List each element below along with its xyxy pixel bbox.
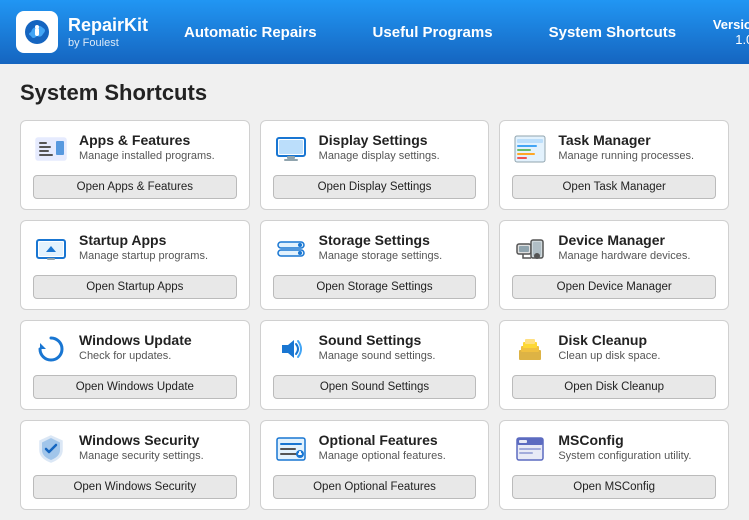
version-number: 1.0.0	[684, 32, 749, 47]
optional-features-icon	[273, 431, 309, 467]
app-name: RepairKit	[68, 15, 148, 37]
storage-settings-icon	[273, 231, 309, 267]
apps-features-icon	[33, 131, 69, 167]
card-disk-cleanup-desc: Clean up disk space.	[558, 349, 660, 363]
task-manager-icon	[512, 131, 548, 167]
card-top: Storage Settings Manage storage settings…	[273, 231, 477, 267]
card-msconfig-title: MSConfig	[558, 431, 691, 449]
card-task-manager-desc: Manage running processes.	[558, 149, 694, 163]
card-display-settings: Display Settings Manage display settings…	[260, 120, 490, 210]
windows-security-icon	[33, 431, 69, 467]
card-windows-update: Windows Update Check for updates. Open W…	[20, 320, 250, 410]
card-top: Windows Update Check for updates.	[33, 331, 237, 367]
card-disk-cleanup-title: Disk Cleanup	[558, 331, 660, 349]
card-windows-security-title: Windows Security	[79, 431, 204, 449]
card-disk-cleanup-btn[interactable]: Open Disk Cleanup	[512, 375, 716, 399]
card-windows-security-btn[interactable]: Open Windows Security	[33, 475, 237, 499]
disk-cleanup-icon	[512, 331, 548, 367]
card-device-manager-title: Device Manager	[558, 231, 690, 249]
card-device-manager: Device Manager Manage hardware devices. …	[499, 220, 729, 310]
card-apps-features: Apps & Features Manage installed program…	[20, 120, 250, 210]
card-top: Windows Security Manage security setting…	[33, 431, 237, 467]
msconfig-icon	[512, 431, 548, 467]
card-storage-settings-desc: Manage storage settings.	[319, 249, 443, 263]
card-startup-apps-desc: Manage startup programs.	[79, 249, 208, 263]
card-device-manager-btn[interactable]: Open Device Manager	[512, 275, 716, 299]
card-msconfig-desc: System configuration utility.	[558, 449, 691, 463]
card-optional-features-desc: Manage optional features.	[319, 449, 446, 463]
card-optional-features-btn[interactable]: Open Optional Features	[273, 475, 477, 499]
card-sound-settings-desc: Manage sound settings.	[319, 349, 436, 363]
card-top: Apps & Features Manage installed program…	[33, 131, 237, 167]
card-top: Device Manager Manage hardware devices.	[512, 231, 716, 267]
startup-apps-icon	[33, 231, 69, 267]
card-task-manager: Task Manager Manage running processes. O…	[499, 120, 729, 210]
card-startup-apps: Startup Apps Manage startup programs. Op…	[20, 220, 250, 310]
app-logo-icon	[16, 11, 58, 53]
header: RepairKit by Foulest Automatic Repairs U…	[0, 0, 749, 64]
card-sound-settings: Sound Settings Manage sound settings. Op…	[260, 320, 490, 410]
card-task-manager-title: Task Manager	[558, 131, 694, 149]
card-windows-update-btn[interactable]: Open Windows Update	[33, 375, 237, 399]
card-top: Display Settings Manage display settings…	[273, 131, 477, 167]
windows-update-icon	[33, 331, 69, 367]
card-startup-apps-title: Startup Apps	[79, 231, 208, 249]
card-msconfig-btn[interactable]: Open MSConfig	[512, 475, 716, 499]
card-optional-features: Optional Features Manage optional featur…	[260, 420, 490, 510]
main-content: System Shortcuts Apps & Features Manage …	[0, 64, 749, 520]
app-sub: by Foulest	[68, 37, 148, 49]
card-optional-features-title: Optional Features	[319, 431, 446, 449]
card-windows-security: Windows Security Manage security setting…	[20, 420, 250, 510]
card-device-manager-desc: Manage hardware devices.	[558, 249, 690, 263]
card-display-settings-desc: Manage display settings.	[319, 149, 440, 163]
card-windows-update-desc: Check for updates.	[79, 349, 192, 363]
card-apps-features-title: Apps & Features	[79, 131, 215, 149]
display-settings-icon	[273, 131, 309, 167]
card-storage-settings: Storage Settings Manage storage settings…	[260, 220, 490, 310]
card-sound-settings-title: Sound Settings	[319, 331, 436, 349]
logo-area: RepairKit by Foulest	[16, 11, 176, 53]
main-nav: Automatic Repairs Useful Programs System…	[176, 20, 684, 45]
card-apps-features-desc: Manage installed programs.	[79, 149, 215, 163]
card-top: Optional Features Manage optional featur…	[273, 431, 477, 467]
nav-useful-programs[interactable]: Useful Programs	[365, 20, 501, 45]
card-top: MSConfig System configuration utility.	[512, 431, 716, 467]
card-top: Task Manager Manage running processes.	[512, 131, 716, 167]
card-apps-features-btn[interactable]: Open Apps & Features	[33, 175, 237, 199]
card-task-manager-btn[interactable]: Open Task Manager	[512, 175, 716, 199]
sound-settings-icon	[273, 331, 309, 367]
card-top: Sound Settings Manage sound settings.	[273, 331, 477, 367]
card-display-settings-title: Display Settings	[319, 131, 440, 149]
nav-system-shortcuts[interactable]: System Shortcuts	[541, 20, 685, 45]
logo-text: RepairKit by Foulest	[68, 15, 148, 49]
nav-automatic-repairs[interactable]: Automatic Repairs	[176, 20, 325, 45]
card-top: Startup Apps Manage startup programs.	[33, 231, 237, 267]
device-manager-icon	[512, 231, 548, 267]
card-storage-settings-btn[interactable]: Open Storage Settings	[273, 275, 477, 299]
card-windows-update-title: Windows Update	[79, 331, 192, 349]
card-top: Disk Cleanup Clean up disk space.	[512, 331, 716, 367]
card-disk-cleanup: Disk Cleanup Clean up disk space. Open D…	[499, 320, 729, 410]
page-title: System Shortcuts	[20, 80, 729, 106]
card-storage-settings-title: Storage Settings	[319, 231, 443, 249]
shortcuts-grid: Apps & Features Manage installed program…	[20, 120, 729, 510]
version-label: Version:	[684, 17, 749, 32]
version-area: Version: 1.0.0	[684, 17, 749, 47]
card-display-settings-btn[interactable]: Open Display Settings	[273, 175, 477, 199]
card-msconfig: MSConfig System configuration utility. O…	[499, 420, 729, 510]
card-startup-apps-btn[interactable]: Open Startup Apps	[33, 275, 237, 299]
card-sound-settings-btn[interactable]: Open Sound Settings	[273, 375, 477, 399]
card-windows-security-desc: Manage security settings.	[79, 449, 204, 463]
